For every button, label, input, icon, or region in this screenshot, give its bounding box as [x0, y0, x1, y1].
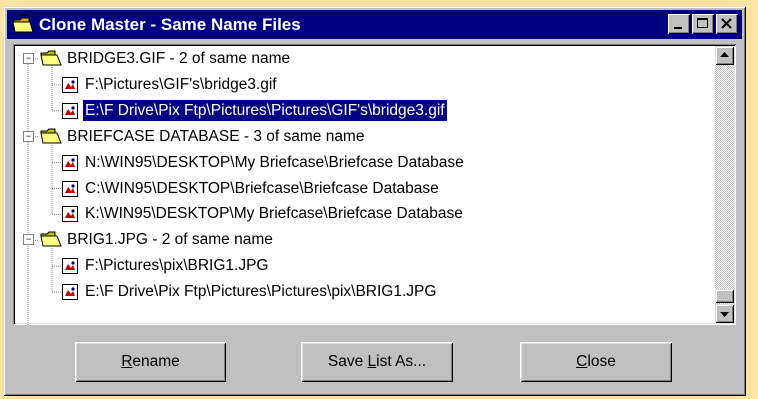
file-path-label: K:\WIN95\DESKTOP\My Briefcase\Briefcase …: [85, 205, 463, 223]
close-label: lose: [587, 353, 616, 370]
same-name-files-tree[interactable]: − BRIDGE3.GIF - 2 of same name F:\Pictures…: [13, 44, 736, 325]
folder-open-icon: [40, 50, 62, 72]
image-file-icon: [62, 102, 78, 124]
file-path-label: F:\Pictures\pix\BRIG1.JPG: [85, 257, 269, 275]
image-file-icon: [62, 284, 78, 305]
file-path-label: F:\Pictures\GIF's\bridge3.gif: [85, 75, 277, 93]
arrow-down-icon: [720, 312, 729, 317]
close-mnemonic: C: [576, 353, 588, 370]
tree-content: − BRIDGE3.GIF - 2 of same name F:\Pictures…: [13, 44, 713, 325]
file-path-label: C:\WIN95\DESKTOP\Briefcase\Briefcase Dat…: [85, 179, 439, 197]
tree-group-row[interactable]: − BRIEFCASE DATABASE - 3 of same name: [13, 124, 703, 150]
close-icon: [721, 18, 732, 29]
group-label: BRIDGE3.GIF - 2 of same name: [67, 50, 291, 67]
file-path-label: E:\F Drive\Pix Ftp\Pictures\Pictures\GIF…: [82, 98, 448, 122]
scroll-up-button[interactable]: [715, 46, 734, 65]
file-path-label: E:\F Drive\Pix Ftp\Pictures\Pictures\pix…: [85, 283, 437, 301]
collapse-toggle[interactable]: −: [23, 53, 34, 64]
tree-file-row[interactable]: F:\Pictures\pix\BRIG1.JPG: [13, 253, 703, 279]
image-file-icon: [62, 206, 78, 227]
rename-button[interactable]: Rename: [75, 342, 226, 382]
tree-file-row[interactable]: N:\WIN95\DESKTOP\My Briefcase\Briefcase …: [13, 150, 703, 176]
arrow-up-icon: [720, 52, 729, 57]
collapse-toggle[interactable]: −: [23, 130, 34, 142]
maximize-icon: [697, 18, 708, 28]
save-label: ist As...: [376, 353, 427, 370]
minimize-icon: [674, 27, 682, 29]
group-label: BRIEFCASE DATABASE - 3 of same name: [67, 127, 365, 145]
title-bar[interactable]: Clone Master - Same Name Files: [7, 10, 742, 39]
clone-master-window: Clone Master - Same Name Files − BRIDGE3.…: [3, 6, 746, 396]
image-file-icon: [62, 258, 78, 279]
image-file-icon: [62, 180, 78, 202]
tree-file-row[interactable]: K:\WIN95\DESKTOP\My Briefcase\Briefcase …: [13, 201, 703, 227]
minimize-button[interactable]: [668, 14, 690, 34]
tree-group-row[interactable]: − BRIG1.JPG - 2 of same name: [13, 227, 703, 253]
collapse-toggle[interactable]: −: [23, 234, 34, 246]
file-path-label: N:\WIN95\DESKTOP\My Briefcase\Briefcase …: [85, 153, 464, 171]
group-label: BRIG1.JPG - 2 of same name: [67, 231, 273, 249]
folder-open-icon: [40, 128, 62, 150]
tree-file-row[interactable]: F:\Pictures\GIF's\bridge3.gif: [13, 72, 703, 98]
rename-label: ename: [132, 353, 180, 370]
scroll-thumb[interactable]: [715, 289, 734, 303]
tree-file-row[interactable]: E:\F Drive\Pix Ftp\Pictures\Pictures\pix…: [13, 279, 703, 305]
window-title: Clone Master - Same Name Files: [39, 15, 301, 34]
save-label-prefix: Save: [327, 353, 368, 370]
folder-open-icon: [40, 231, 62, 253]
close-button[interactable]: Close: [520, 342, 672, 382]
maximize-button[interactable]: [692, 14, 714, 34]
rename-mnemonic: R: [121, 353, 133, 370]
tree-file-row[interactable]: C:\WIN95\DESKTOP\Briefcase\Briefcase Dat…: [13, 176, 703, 202]
save-list-as-button[interactable]: Save List As...: [301, 342, 453, 382]
tree-file-row[interactable]: E:\F Drive\Pix Ftp\Pictures\Pictures\GIF…: [13, 98, 703, 124]
close-window-button[interactable]: [716, 14, 738, 34]
scroll-down-button[interactable]: [715, 304, 734, 323]
vertical-scrollbar[interactable]: [715, 46, 734, 323]
folder-open-icon: [12, 14, 34, 33]
image-file-icon: [62, 76, 78, 98]
save-mnemonic: L: [367, 353, 377, 370]
image-file-icon: [62, 154, 78, 176]
tree-group-row[interactable]: − BRIDGE3.GIF - 2 of same name: [13, 46, 703, 72]
